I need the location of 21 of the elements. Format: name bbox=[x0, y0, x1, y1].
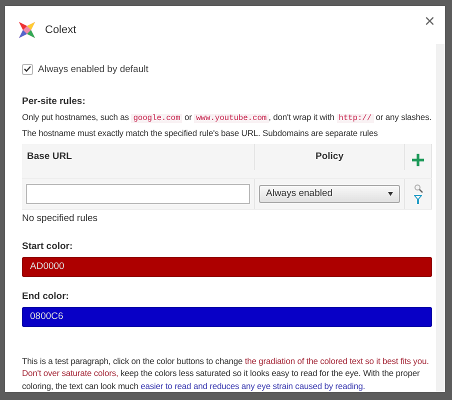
empty-message: No specified rules bbox=[22, 210, 432, 226]
caret-icon bbox=[388, 192, 393, 196]
policy-select[interactable]: Always enabled bbox=[259, 184, 400, 202]
color-button[interactable]: AD0000 bbox=[22, 256, 432, 276]
filter-icon[interactable] bbox=[414, 194, 422, 204]
dialog-title: Colext bbox=[45, 24, 78, 36]
search-icon[interactable] bbox=[414, 184, 422, 192]
column-header: Policy bbox=[255, 144, 405, 170]
url-input[interactable] bbox=[26, 184, 250, 204]
rules-description: Only put hostnames, such as google.com or www.youtube.com , don't wrap it with http:// or any slashes. The hostname must exactly match the specified rule's base URL. Subdomains are separate rules bbox=[22, 110, 432, 140]
checkbox-label: Always enabled by default bbox=[38, 64, 148, 74]
checkbox[interactable] bbox=[22, 64, 33, 74]
test-paragraph: This is a test paragraph, click on the color buttons to change the gradiation of the colored text so it best fits you. Don't over saturate colors, keep the colors less saturated so it looks easy to read for the eye. With the proper coloring, the text can look much easier to read and reduces any eye strain caused by reading. bbox=[22, 354, 430, 392]
section-heading: Per-site rules: bbox=[22, 96, 86, 106]
logo-icon bbox=[17, 20, 37, 40]
field-label: Start color: bbox=[22, 240, 74, 252]
color-button[interactable]: 0800C6 bbox=[22, 306, 432, 326]
close-button[interactable]: × bbox=[424, 12, 435, 30]
column-header: Base URL bbox=[22, 144, 255, 170]
add-button[interactable]: + bbox=[410, 148, 425, 172]
field-label: End color: bbox=[22, 290, 70, 302]
